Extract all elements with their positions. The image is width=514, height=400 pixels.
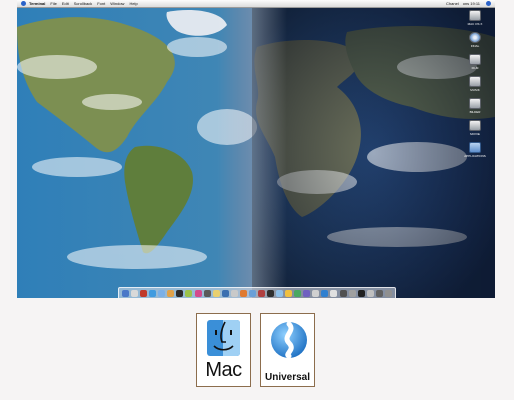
desktop-icon-label: FINAL [470,44,480,48]
desktop-icon[interactable]: MOVIE [460,120,490,136]
desktop-icon[interactable]: BILDER [460,98,490,114]
dock-app-icon[interactable] [176,289,184,297]
dock-app-icon[interactable] [339,289,347,297]
dock-app-icon[interactable] [239,289,247,297]
dock-app-icon[interactable] [248,289,256,297]
desktop-icon[interactable]: APPLICATIONS [460,142,490,158]
desktop-icon-label: MUSIK [470,88,480,92]
day-night-terminator [217,7,287,298]
desktop-icon[interactable]: MUSIK [460,76,490,92]
status-user-name[interactable]: Chanel [446,0,459,7]
hard-drive-icon [469,54,481,65]
hard-drive-icon [469,120,481,131]
dock-app-icon[interactable] [366,289,374,297]
dock-app-icon[interactable] [330,289,338,297]
dock-app-icon[interactable] [149,289,157,297]
desktop-icon[interactable]: MAC OS X [460,10,490,26]
dock-app-icon[interactable] [230,289,238,297]
universal-badge-label: Universal [264,372,311,383]
menu-file[interactable]: File [50,0,56,7]
dock-app-icon[interactable] [312,289,320,297]
earth-wallpaper [17,7,495,298]
desktop-icons: MAC OS X FINAL FILM MUSIK BILDER MOVIE A… [460,10,490,164]
menu-extras: Chanel ons 19:11 [446,0,495,7]
desktop-icon-label: MAC OS X [467,22,483,26]
dock-app-icon[interactable] [294,289,302,297]
menu-window[interactable]: Window [110,0,124,7]
menu-clock[interactable]: ons 19:11 [463,0,480,7]
hard-drive-icon [469,76,481,87]
menu-font[interactable]: Font [97,0,105,7]
desktop-icon[interactable]: FINAL [460,32,490,48]
folder-icon [469,142,481,153]
hard-drive-icon [469,98,481,109]
dock-app-icon[interactable] [140,289,148,297]
mac-badge-label: Mac [205,359,242,381]
spotlight-icon[interactable] [486,1,491,6]
night-side [252,7,495,298]
dock-app-icon[interactable] [122,289,130,297]
universal-icon [271,321,307,359]
dock-app-icon[interactable] [185,289,193,297]
dock-app-icon[interactable] [221,289,229,297]
dock-app-icon[interactable] [203,289,211,297]
desktop-icon-label: FILM [471,66,479,70]
desktop-icon-label: APPLICATIONS [464,154,486,158]
menu-scrollback[interactable]: Scrollback [74,0,92,7]
desktop-icon[interactable]: FILM [460,54,490,70]
dock-app-icon[interactable] [357,289,365,297]
mac-badge: Mac [196,313,251,387]
dock-app-icon[interactable] [257,289,265,297]
dock-app-icon[interactable] [303,289,311,297]
menu-edit[interactable]: Edit [62,0,69,7]
dock-app-icon[interactable] [158,289,166,297]
dock-app-icon[interactable] [384,289,392,297]
universal-badge: Universal [260,313,315,387]
dock-app-icon[interactable] [321,289,329,297]
disc-icon [469,32,481,43]
dock-app-icon[interactable] [131,289,139,297]
dock-app-icon[interactable] [375,289,383,297]
hard-drive-icon [469,10,481,21]
menu-bar: Terminal File Edit Scrollback Font Windo… [17,0,495,8]
apple-menu-icon[interactable] [21,1,26,6]
dock-app-icon[interactable] [167,289,175,297]
menu-help[interactable]: Help [129,0,137,7]
desktop-screenshot: Terminal File Edit Scrollback Font Windo… [17,0,495,298]
dock-app-icon[interactable] [285,289,293,297]
dock-app-icon[interactable] [276,289,284,297]
dock-app-icon[interactable] [212,289,220,297]
dock [118,287,396,298]
dock-app-icon[interactable] [348,289,356,297]
menu-app-name[interactable]: Terminal [29,0,45,7]
desktop-icon-label: MOVIE [470,132,480,136]
dock-app-icon[interactable] [194,289,202,297]
desktop-icon-label: BILDER [469,110,481,114]
dock-app-icon[interactable] [267,289,275,297]
finder-icon [207,320,240,356]
